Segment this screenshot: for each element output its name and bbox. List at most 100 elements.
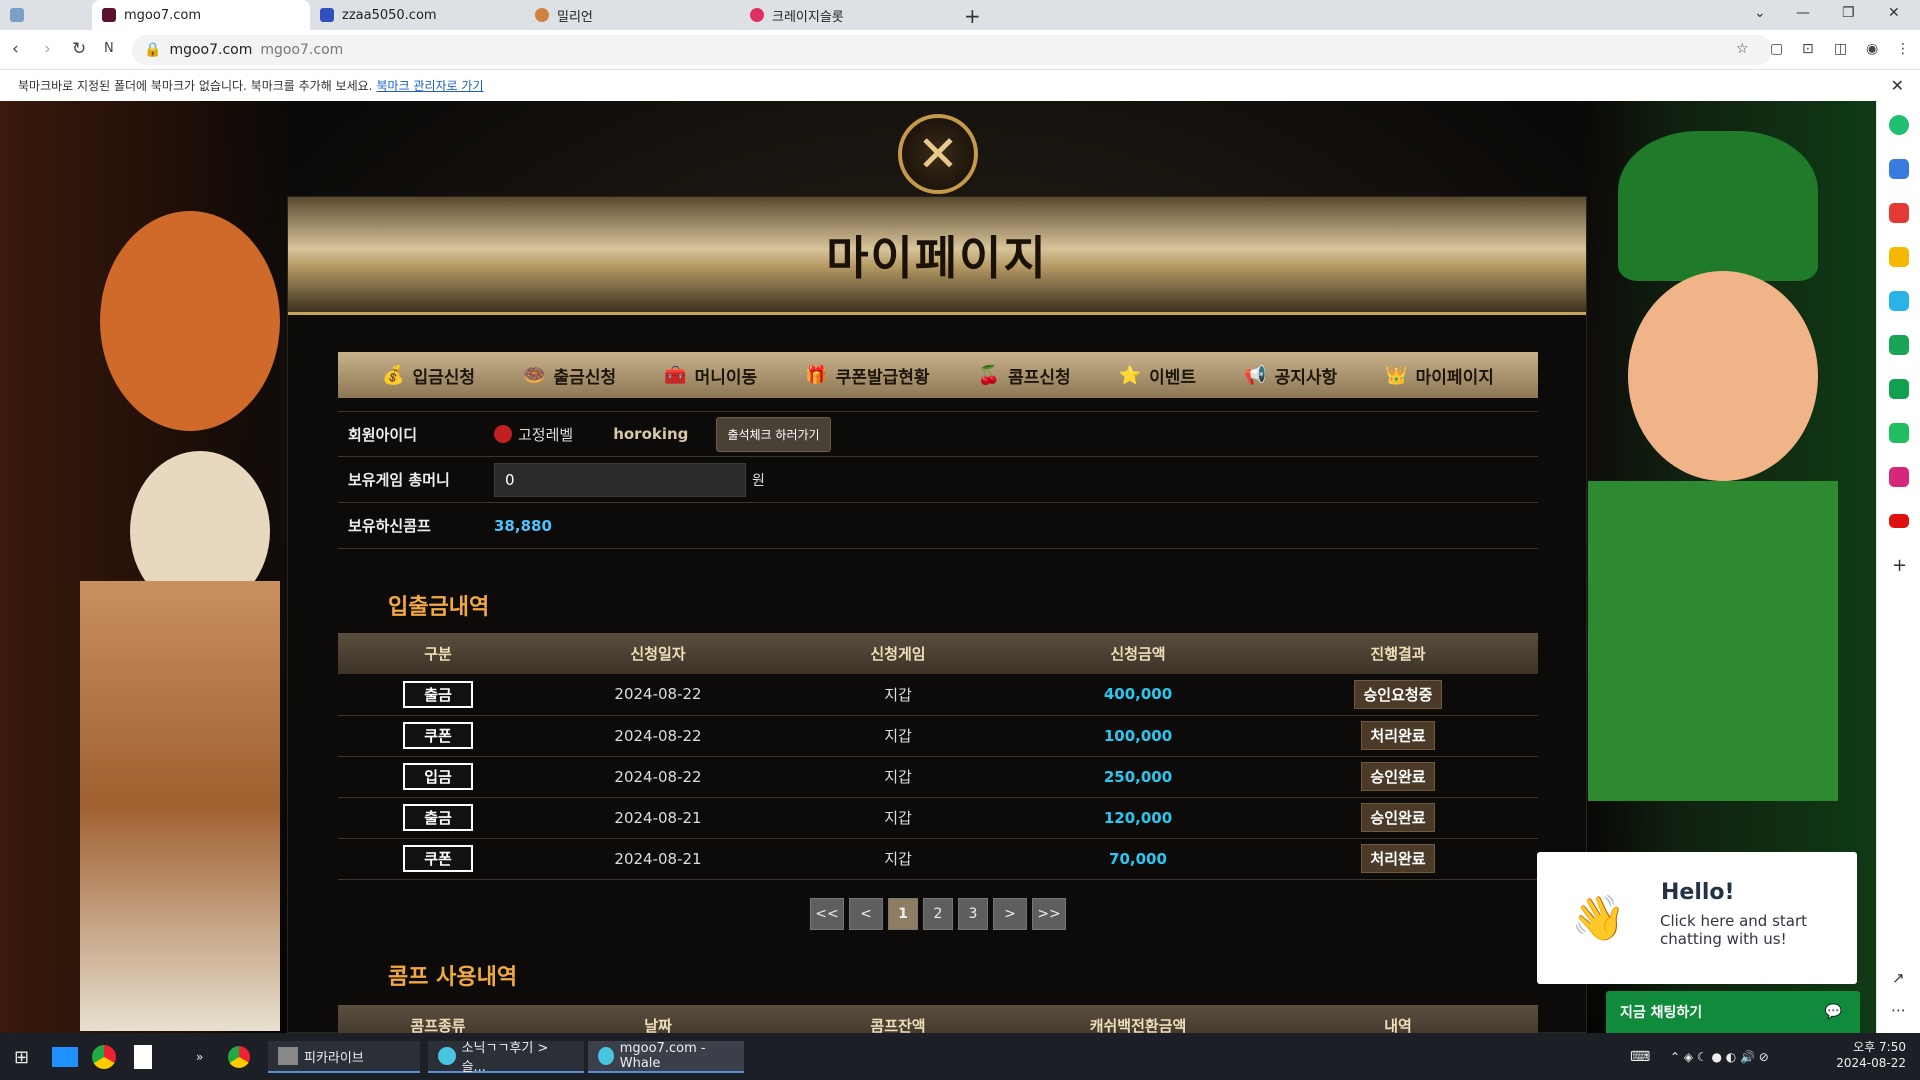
lock-icon: 🔒 [144, 42, 162, 58]
taskbar-label: 소닉ㄱㄱ후기 > 슬... [461, 1041, 549, 1075]
m-logo-icon [102, 8, 116, 22]
whale-icon [438, 1047, 456, 1065]
menu-label: 머니이동 [694, 367, 758, 388]
megaphone-icon: 📢 [1244, 364, 1267, 386]
green-circle-icon[interactable] [1889, 115, 1909, 135]
whale-logo-tab[interactable] [0, 0, 92, 30]
shopping-icon[interactable] [1889, 335, 1909, 355]
menu-event[interactable]: ⭐ 이벤트 [1119, 363, 1196, 388]
home-icon[interactable]: N [104, 41, 114, 56]
whale-icon [598, 1047, 614, 1065]
tab-zzaa5050[interactable]: zzaa5050.com [310, 0, 525, 30]
donut-icon: 🍩 [523, 364, 546, 386]
chrome-taskbar-icon[interactable] [228, 1041, 250, 1073]
restore-button[interactable]: ❐ [1842, 5, 1855, 21]
tab-mgoo7[interactable]: mgoo7.com [92, 0, 310, 30]
tab-title: 크레이지슬롯 [772, 9, 844, 25]
chat-popup[interactable]: 👋 Hello! Click here and start chatting w… [1537, 852, 1857, 984]
tab-million[interactable]: 밀리언 [525, 0, 740, 30]
status-badge: 승인완료 [1361, 803, 1435, 832]
comp-usage-title: 콤프 사용내역 [388, 965, 518, 990]
reload-icon[interactable]: ↻ [72, 39, 86, 59]
chrome-icon[interactable] [92, 1041, 116, 1073]
split-view-icon[interactable]: ◫ [1834, 41, 1847, 57]
first-page-button[interactable]: << [810, 898, 844, 930]
taskbar-label: mgoo7.com - Whale [619, 1041, 706, 1071]
desktop-icon[interactable] [52, 1041, 78, 1073]
menu-notice[interactable]: 📢 공지사항 [1244, 363, 1337, 388]
row-amount: 400,000 [1103, 685, 1173, 704]
modal-header: 마이페이지 [288, 197, 1586, 315]
taskbar-item-pikalive[interactable]: 피카라이브 [268, 1041, 420, 1073]
money-field[interactable]: 0 [494, 462, 746, 497]
taskbar-item-whale-2[interactable]: mgoo7.com - Whale [588, 1041, 744, 1073]
type-badge: 쿠폰 [403, 722, 473, 749]
tab-title: mgoo7.com [124, 7, 201, 23]
browser-sidebar: + ↗ ⋯ [1876, 101, 1920, 1033]
menu-money-transfer[interactable]: 🧰 머니이동 [664, 363, 757, 388]
menu-mypage[interactable]: 👑 마이페이지 [1385, 363, 1494, 388]
menu-deposit[interactable]: 💰 입금신청 [382, 363, 475, 388]
menu-icon[interactable]: ⋮ [1896, 41, 1910, 57]
bookmark-star-icon[interactable]: ☆ [1736, 41, 1749, 57]
pocket-icon[interactable] [1889, 203, 1909, 223]
calendar-icon[interactable] [1889, 159, 1909, 179]
chat-now-button[interactable]: 지금 채팅하기 💬 [1606, 991, 1860, 1033]
crown-icon: 👑 [1385, 364, 1408, 386]
taskbar-item-whale-1[interactable]: 소닉ㄱㄱ후기 > 슬... [428, 1041, 584, 1075]
menu-withdraw[interactable]: 🍩 출금신청 [523, 363, 616, 388]
more-icon[interactable]: ⋯ [1891, 1001, 1906, 1019]
close-window-button[interactable]: ✕ [1888, 5, 1900, 21]
translate-icon[interactable] [1889, 291, 1909, 311]
clock[interactable]: 오후 7:50 2024-08-22 [1836, 1039, 1906, 1071]
instagram-icon[interactable] [1889, 467, 1909, 487]
webtoon-icon[interactable] [1889, 423, 1909, 443]
table-row: 출금 2024-08-21 지갑 120,000 승인완료 [338, 797, 1538, 839]
star-app-icon[interactable] [1889, 247, 1909, 267]
bookmark-manager-link[interactable]: 북마크 관리자로 가기 [377, 77, 484, 94]
stock-icon[interactable] [1889, 379, 1909, 399]
external-link-icon[interactable]: ↗ [1892, 969, 1905, 987]
next-page-button[interactable]: > [993, 898, 1027, 930]
col-date: 신청일자 [538, 633, 778, 674]
last-page-button[interactable]: >> [1032, 898, 1066, 930]
menu-coupon-status[interactable]: 🎁 쿠폰발급현황 [805, 363, 929, 388]
table-row: 입금 2024-08-22 지갑 250,000 승인완료 [338, 756, 1538, 798]
clock-date: 2024-08-22 [1836, 1056, 1906, 1070]
new-tab-button[interactable]: + [964, 4, 981, 28]
close-icon[interactable]: ✕ [1891, 76, 1904, 95]
system-tray-icons[interactable]: ⌃ ◈ ☾ ● ◐ 🔊 ⊘ [1670, 1041, 1769, 1073]
overflow-chevron-icon[interactable]: » [196, 1041, 203, 1073]
page-3-button[interactable]: 3 [958, 898, 988, 930]
page-2-button[interactable]: 2 [923, 898, 953, 930]
row-amount: 250,000 [1103, 767, 1173, 786]
minimize-button[interactable]: — [1796, 5, 1810, 21]
url-field[interactable]: 🔒 mgoo7.com mgoo7.com [132, 35, 1772, 65]
page-1-button[interactable]: 1 [888, 898, 918, 930]
left-character-art [0, 101, 290, 1033]
url-path: mgoo7.com [260, 42, 344, 58]
menu-comp-request[interactable]: 🍒 콤프신청 [978, 363, 1071, 388]
status-badge: 처리완료 [1361, 721, 1435, 750]
back-icon[interactable]: ‹ [12, 39, 19, 59]
prev-page-button[interactable]: < [849, 898, 883, 930]
forward-icon[interactable]: › [44, 39, 51, 59]
leprechaun-face-image [1628, 271, 1818, 481]
add-app-icon[interactable]: + [1892, 555, 1907, 576]
profile-icon[interactable]: ◉ [1866, 41, 1878, 57]
tab-list-icon[interactable]: ⌄ [1754, 5, 1766, 21]
windows-taskbar: ⊞ » 피카라이브 소닉ㄱㄱ후기 > 슬... mgoo7.com - Whal… [0, 1033, 1920, 1080]
menu-label: 출금신청 [553, 367, 617, 388]
youtube-icon[interactable] [1889, 514, 1909, 528]
modal-close-button[interactable]: ✕ [898, 114, 978, 194]
row-date: 2024-08-22 [538, 756, 778, 798]
keyboard-icon[interactable]: ⌨ [1630, 1041, 1650, 1073]
attendance-button[interactable]: 출석체크 하러가기 [716, 416, 831, 452]
capture-icon[interactable]: ⊡ [1802, 41, 1814, 57]
windows-start-icon[interactable]: ⊞ [14, 1041, 29, 1073]
tab-crazyslot[interactable]: 크레이지슬롯 [740, 0, 955, 30]
file-icon[interactable] [134, 1041, 152, 1073]
row-game: 지갑 [778, 756, 1018, 798]
bookmark-notice: 북마크바로 지정된 폴더에 북마크가 없습니다. 북마크를 추가해 보세요. [18, 79, 373, 93]
tab-sidebar-icon[interactable]: ▢ [1770, 41, 1783, 57]
